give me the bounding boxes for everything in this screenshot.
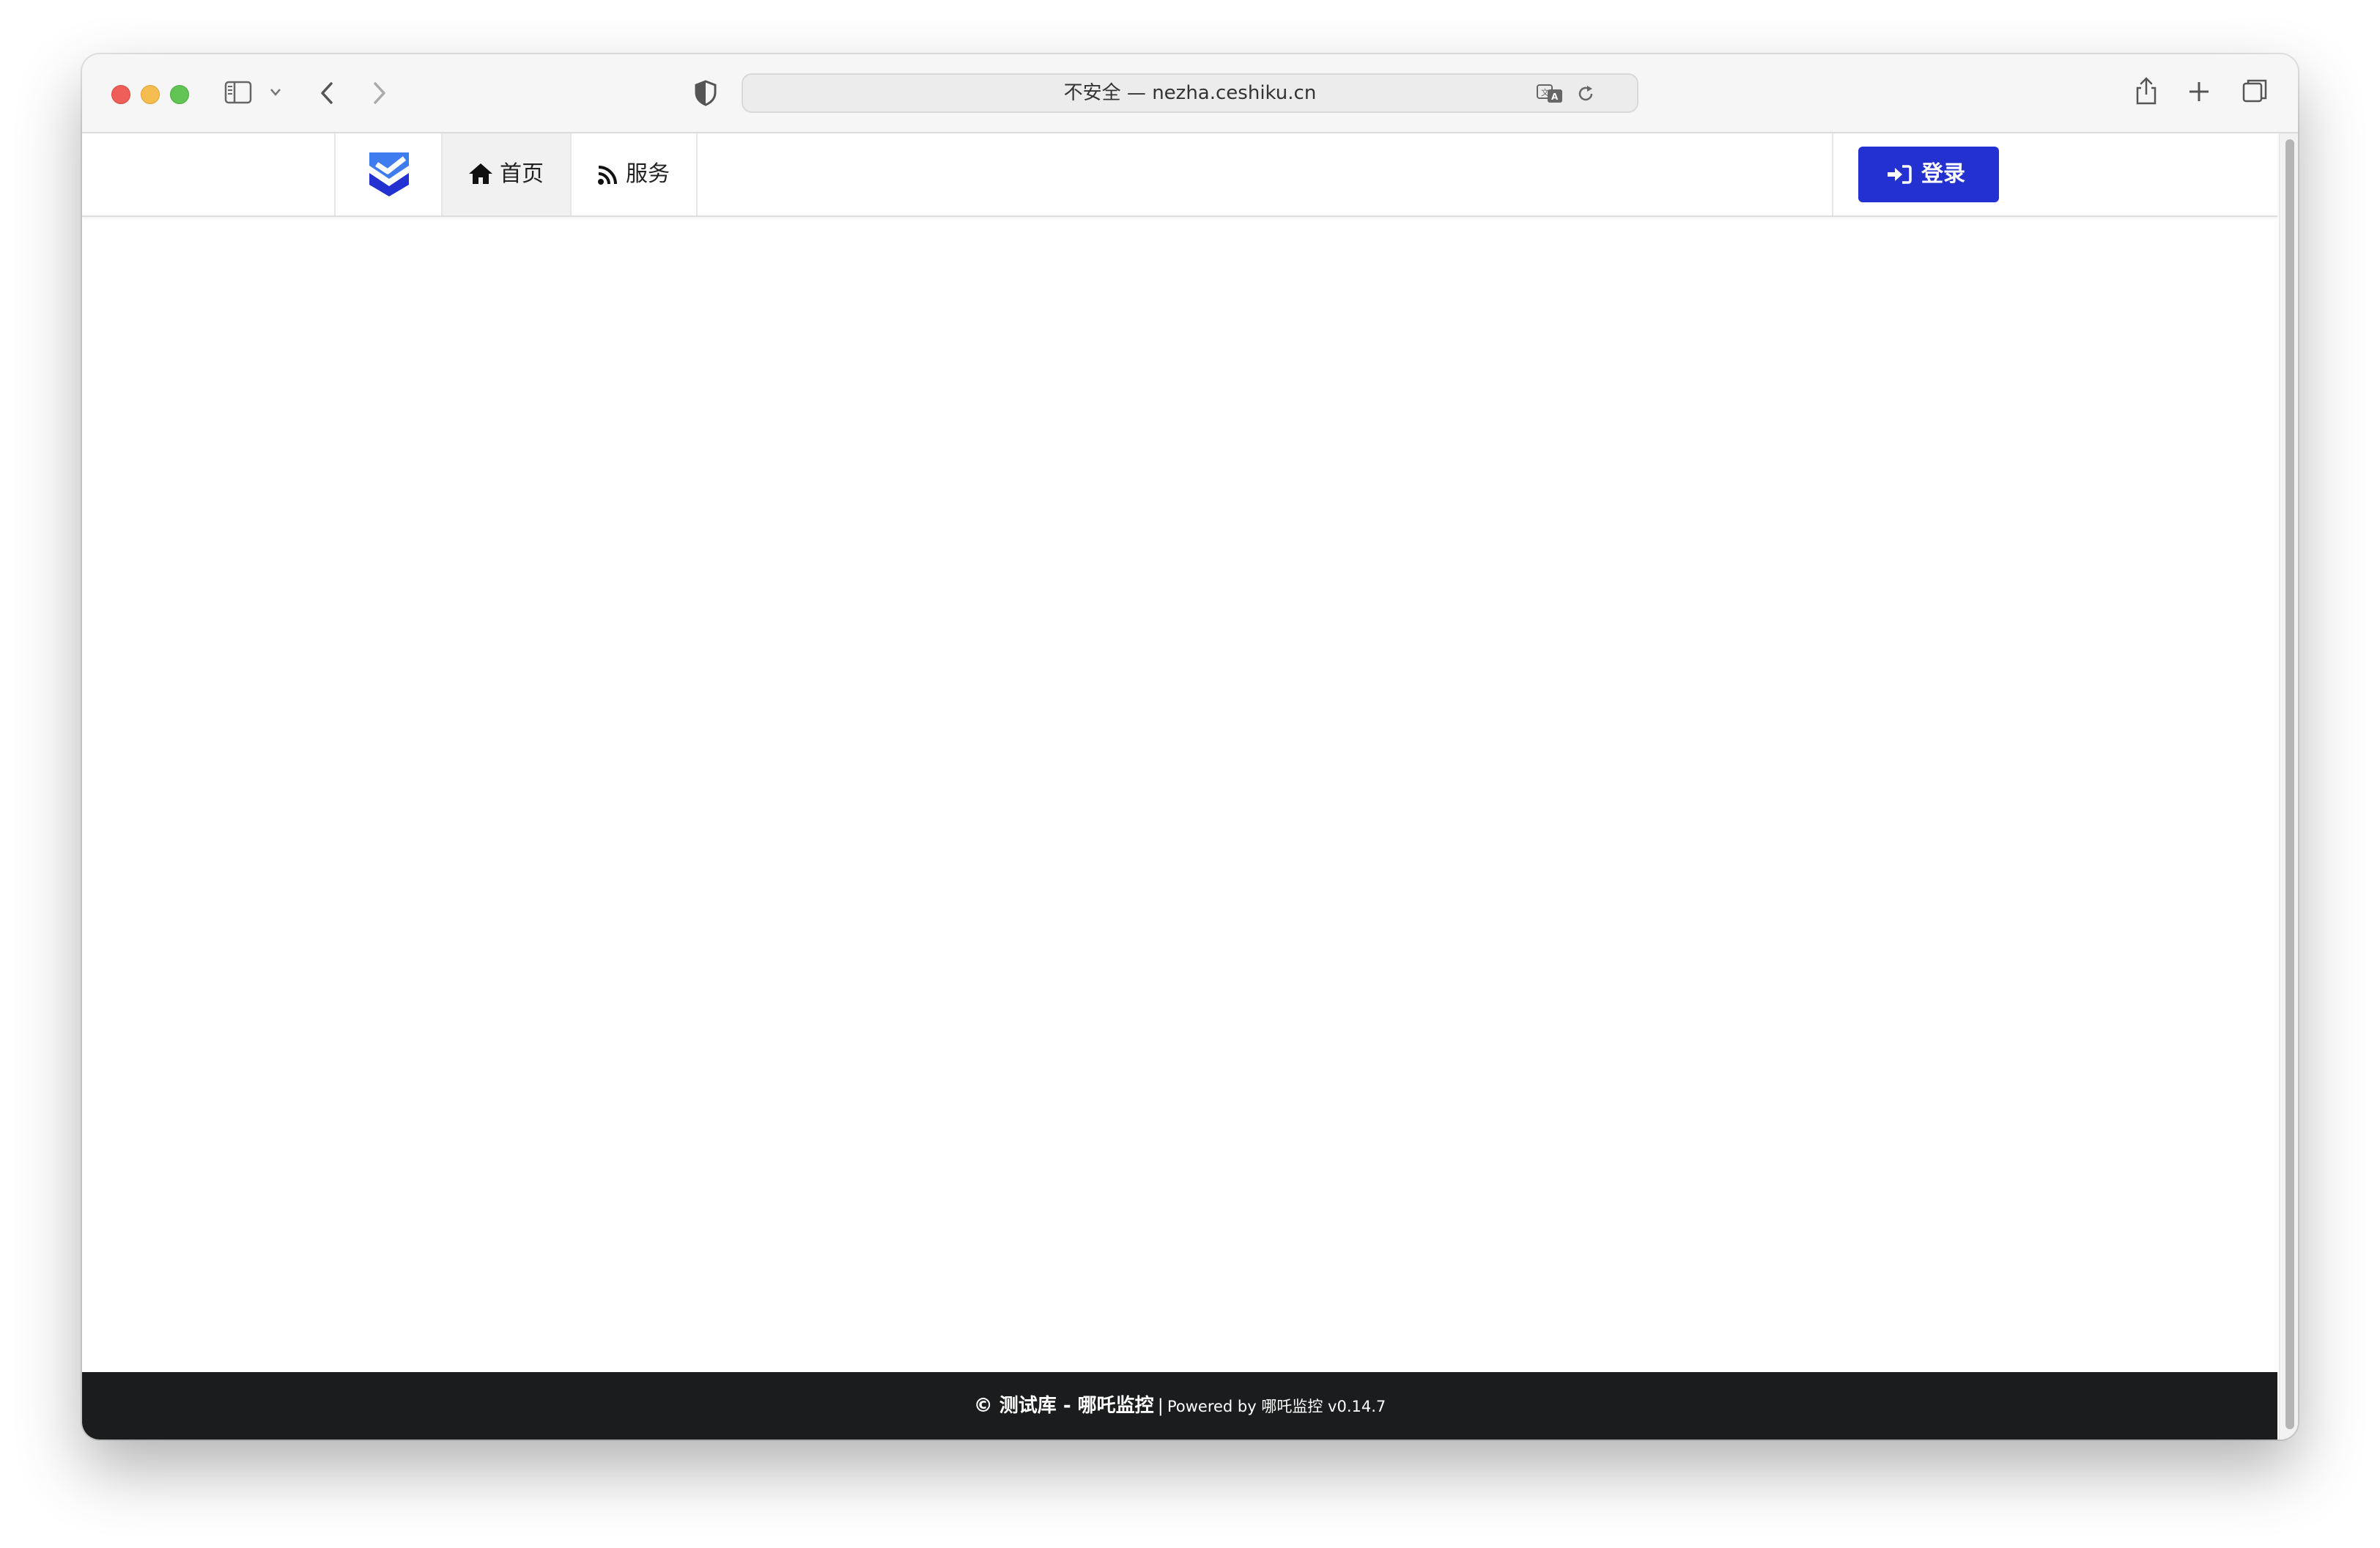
scrollbar-thumb[interactable] bbox=[2285, 139, 2294, 1429]
svg-text:文: 文 bbox=[1541, 87, 1549, 97]
logo-link[interactable] bbox=[334, 133, 441, 215]
translate-icon[interactable]: 文 A bbox=[1536, 82, 1565, 106]
sidebar-icon[interactable] bbox=[224, 79, 254, 106]
nav-item-services[interactable]: 服务 bbox=[570, 133, 698, 215]
back-icon[interactable] bbox=[317, 79, 339, 107]
close-window-button[interactable] bbox=[111, 85, 130, 104]
address-bar[interactable]: 不安全 — nezha.ceshiku.cn 文 A bbox=[742, 73, 1638, 113]
chevron-down-icon[interactable] bbox=[268, 86, 283, 98]
forward-icon[interactable] bbox=[368, 79, 390, 107]
top-navigation: 首页 服务 登录 bbox=[82, 133, 2277, 217]
shield-check-logo-icon bbox=[369, 152, 409, 196]
sign-in-icon bbox=[1888, 165, 1912, 184]
address-text[interactable]: 不安全 — nezha.ceshiku.cn bbox=[743, 75, 1637, 111]
browser-toolbar: 不安全 — nezha.ceshiku.cn 文 A bbox=[82, 54, 2298, 133]
page-scrollbar[interactable] bbox=[2279, 133, 2298, 1440]
page-viewport: 首页 服务 登录 © 测试库 - 哪吒监控 | Powered by 哪吒监控 … bbox=[82, 133, 2277, 1440]
share-icon[interactable] bbox=[2134, 75, 2159, 107]
login-button[interactable]: 登录 bbox=[1858, 147, 1999, 202]
shield-icon[interactable] bbox=[693, 79, 718, 107]
footer-separator: | bbox=[1157, 1396, 1164, 1416]
rss-icon bbox=[598, 166, 617, 185]
browser-window: 不安全 — nezha.ceshiku.cn 文 A 首页 服务 登录 © 测试… bbox=[82, 54, 2298, 1440]
page-footer: © 测试库 - 哪吒监控 | Powered by 哪吒监控 v0.14.7 bbox=[82, 1372, 2277, 1440]
svg-text:A: A bbox=[1551, 92, 1559, 102]
nav-item-home-label: 首页 bbox=[500, 161, 544, 187]
zoom-window-button[interactable] bbox=[170, 85, 189, 104]
nav-item-home[interactable]: 首页 bbox=[441, 133, 570, 215]
reload-icon[interactable] bbox=[1575, 84, 1596, 104]
footer-copyright: © 测试库 - 哪吒监控 bbox=[973, 1395, 1154, 1417]
login-button-label: 登录 bbox=[1921, 161, 1965, 187]
footer-powered-by: Powered by 哪吒监控 v0.14.7 bbox=[1167, 1398, 1386, 1415]
home-icon bbox=[469, 163, 492, 184]
minimize-window-button[interactable] bbox=[141, 85, 160, 104]
desktop-background: 不安全 — nezha.ceshiku.cn 文 A 首页 服务 登录 © 测试… bbox=[0, 0, 2380, 1548]
tabs-overview-icon[interactable] bbox=[2241, 78, 2269, 106]
nav-item-services-label: 服务 bbox=[626, 161, 670, 187]
new-tab-icon[interactable] bbox=[2187, 79, 2211, 104]
